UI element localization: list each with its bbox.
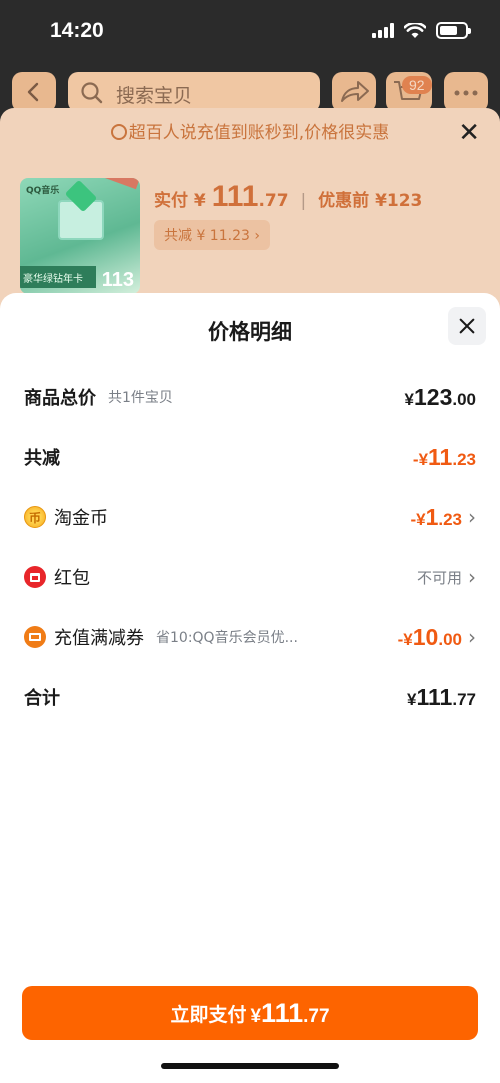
product-brand: QQ音乐	[26, 186, 60, 196]
coin-icon: 币	[24, 506, 46, 528]
row-coins-label: 淘金币	[54, 508, 108, 529]
wifi-icon	[404, 22, 426, 38]
price-detail-sheet: 价格明细 商品总价 共1件宝贝 ¥123.00 共减 -¥11.23 币 淘金币…	[0, 293, 500, 1083]
paid-currency: ¥	[193, 191, 206, 211]
status-time: 14:20	[50, 19, 104, 42]
row-redpacket[interactable]: 红包 不可用 ›	[24, 557, 476, 597]
battery-icon	[436, 22, 471, 39]
before-label: 优惠前	[318, 191, 370, 211]
chat-icon	[110, 124, 127, 140]
chevron-right-icon: ›	[468, 625, 476, 649]
reduced-amount: -¥11.23	[412, 443, 476, 470]
sum-amount: ¥111.77	[407, 683, 476, 710]
search-input[interactable]: 搜索宝贝	[68, 72, 320, 112]
row-sum-label: 合计	[24, 688, 60, 709]
promo-notice: 超百人说充值到账秒到,价格很实惠	[0, 118, 500, 143]
pay-amount: ¥111.77	[250, 997, 330, 1028]
search-icon	[81, 82, 103, 104]
chevron-right-icon: ›	[468, 565, 476, 589]
status-bar: 14:20	[0, 0, 500, 66]
row-total: 商品总价 共1件宝贝 ¥123.00	[24, 377, 476, 417]
red-packet-icon	[24, 566, 46, 588]
cart-count-badge: 92	[402, 76, 432, 94]
row-coupon-sub: 省10:QQ音乐会员优...	[156, 630, 298, 646]
row-total-label: 商品总价	[24, 388, 96, 409]
paid-dec: .77	[258, 191, 289, 211]
summary-close-icon[interactable]: ✕	[458, 118, 480, 148]
paid-label: 实付	[154, 191, 188, 211]
coupon-amount: -¥10.00	[397, 623, 462, 650]
row-coupon[interactable]: 充值满减券 省10:QQ音乐会员优... -¥10.00 ›	[24, 617, 476, 657]
product-image: QQ音乐 豪华绿钻年卡 113	[20, 178, 140, 294]
share-button[interactable]	[332, 72, 376, 112]
home-indicator	[161, 1063, 339, 1069]
row-sum: 合计 ¥111.77	[24, 677, 476, 717]
row-reduced-label: 共减	[24, 448, 60, 469]
close-icon[interactable]	[448, 307, 486, 345]
redpacket-status: 不可用	[416, 568, 462, 587]
pay-label: 立即支付	[170, 1003, 247, 1026]
back-icon	[27, 82, 39, 102]
before-amount: ¥123	[375, 191, 423, 211]
discount-text: 共减 ¥ 11.23	[164, 228, 250, 244]
row-coins[interactable]: 币 淘金币 -¥1.23 ›	[24, 497, 476, 537]
coins-amount: -¥1.23	[410, 503, 462, 530]
paid-int: 111	[211, 180, 259, 213]
more-icon	[454, 90, 478, 96]
row-total-sub: 共1件宝贝	[108, 390, 173, 406]
row-redpacket-label: 红包	[54, 568, 90, 589]
row-coupon-label: 充值满减券	[54, 628, 144, 649]
back-button[interactable]	[12, 72, 56, 112]
signal-icon	[372, 23, 394, 38]
product-tag: 豪华绿钻年卡	[20, 266, 96, 288]
total-amount: ¥123.00	[404, 383, 476, 410]
discount-chip[interactable]: 共减 ¥ 11.23 ›	[154, 220, 270, 250]
pay-now-button[interactable]: 立即支付 ¥111.77	[22, 986, 478, 1040]
share-icon	[341, 81, 369, 102]
more-button[interactable]	[444, 72, 488, 112]
paid-price: 实付 ¥ 111.77 | 优惠前 ¥123	[154, 180, 423, 213]
status-icons	[372, 22, 471, 39]
product-number: 113	[101, 269, 134, 291]
sheet-title: 价格明细	[208, 320, 292, 344]
promo-notice-text: 超百人说充值到账秒到,价格很实惠	[128, 123, 390, 143]
search-placeholder: 搜索宝贝	[116, 85, 193, 107]
chevron-right-icon: ›	[468, 505, 476, 529]
product-ribbon	[102, 178, 140, 190]
row-reduced: 共减 -¥11.23	[24, 437, 476, 477]
coupon-icon	[24, 626, 46, 648]
